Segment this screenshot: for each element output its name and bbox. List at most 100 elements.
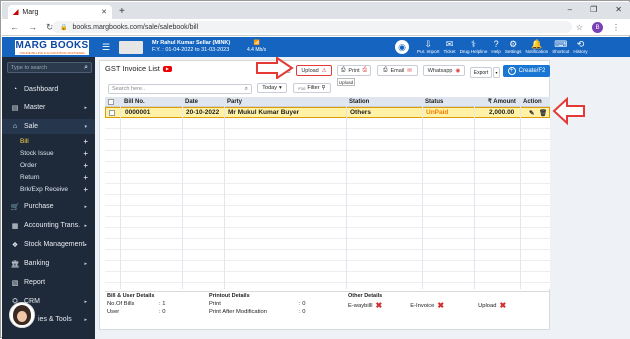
bill-search-input[interactable]: Search here.. ⌕: [108, 84, 252, 94]
close-window-icon[interactable]: ✕: [615, 5, 622, 14]
profile-avatar[interactable]: B: [592, 22, 603, 33]
upload-button[interactable]: Upload ⚠: [296, 65, 332, 76]
sidebar: Type to search ⌕ ◔ Dashboard ▤ Master ▸ ⌂ Sa…: [2, 57, 95, 339]
col-divider: [346, 97, 347, 289]
add-icon[interactable]: +: [83, 185, 88, 194]
table-header: Bill No. Date Party Station Status ₹ Amo…: [105, 97, 550, 107]
sidebar-item-label: Purchase: [24, 203, 54, 210]
tool-history[interactable]: ⟲ History: [571, 39, 589, 55]
url-field[interactable]: 🔒 books.margbooks.com/sale/salebook/bill: [52, 21, 572, 33]
support-avatar[interactable]: [9, 302, 35, 328]
bank-icon: 🏛: [10, 260, 20, 268]
restore-icon[interactable]: ❐: [590, 5, 597, 14]
search-icon: ⌕: [84, 64, 88, 71]
tool-ticket[interactable]: ✉ Ticket: [441, 39, 457, 55]
sidebar-subitem-order[interactable]: Order +: [2, 159, 95, 171]
menu-kebab-icon[interactable]: ⋮: [612, 23, 620, 32]
cell-date: 20-10-2022: [186, 109, 220, 116]
report-icon: ▧: [11, 279, 19, 287]
funnel-icon: ⚲: [321, 85, 326, 91]
print-button[interactable]: ⎙ Print ⎙: [337, 65, 371, 76]
company-info[interactable]: Mr Rahul Kumar Sellar (MINK) F.Y. : 01-0…: [152, 40, 230, 54]
tool-label: History: [573, 49, 588, 54]
date-filter-dropdown[interactable]: Today ▾: [257, 83, 287, 93]
sidebar-subitem-brk-exp[interactable]: Brk/Exp Receive +: [2, 183, 95, 195]
sidebar-item-stock[interactable]: ❖ Stock Management ▸: [2, 237, 95, 252]
cross-icon: ✖: [375, 301, 383, 310]
add-icon[interactable]: +: [83, 137, 88, 146]
marg-logo[interactable]: MARG BOOKS ONLINE BILLING & ACCOUNTING S…: [14, 39, 90, 56]
bill-search-placeholder: Search here..: [112, 86, 146, 92]
print-after-mod-label: Print After Modification: [209, 309, 267, 315]
col-date[interactable]: Date: [185, 97, 198, 106]
youtube-icon[interactable]: ▶: [162, 66, 172, 73]
create-button[interactable]: + Create/F2: [503, 65, 550, 77]
row-checkbox[interactable]: [109, 108, 115, 117]
star-icon[interactable]: ☆: [576, 23, 583, 32]
add-icon[interactable]: +: [83, 149, 88, 158]
forward-icon[interactable]: →: [28, 22, 37, 32]
minimize-icon[interactable]: –: [568, 5, 572, 14]
date-filter-label: Today: [262, 85, 277, 91]
col-action: Action: [523, 98, 542, 105]
chevron-down-icon: ▾: [84, 123, 87, 130]
globe-icon[interactable]: ◉: [395, 40, 409, 54]
sidebar-item-master[interactable]: ▤ Master ▸: [2, 100, 95, 115]
tool-help[interactable]: ? Help: [489, 39, 502, 55]
col-party[interactable]: Party: [227, 97, 242, 106]
chevron-right-icon: ▸: [84, 316, 87, 323]
export-dropdown-icon[interactable]: ▾: [493, 67, 500, 78]
browser-tab[interactable]: ◢ Marg ✕: [8, 5, 112, 19]
tool-pur-import[interactable]: ⇩ Pur. Import: [415, 39, 441, 55]
create-label: Create/F2: [518, 68, 546, 74]
edit-icon[interactable]: ✎: [529, 108, 534, 117]
col-bill-no[interactable]: Bill No.: [124, 97, 145, 106]
filter-button[interactable]: F10 Filter ⚲: [293, 83, 331, 93]
add-icon[interactable]: +: [83, 173, 88, 182]
lock-icon: 🔒: [60, 24, 68, 31]
export-button[interactable]: Export: [470, 67, 492, 78]
tool-settings[interactable]: ⚙ Settings: [503, 39, 524, 55]
sidebar-search-input[interactable]: Type to search ⌕: [7, 62, 92, 73]
sidebar-item-sale[interactable]: ⌂ Sale ▾: [2, 119, 95, 134]
sidebar-item-purchase[interactable]: 🛒 Purchase ▸: [2, 199, 95, 214]
url-text: books.margbooks.com/sale/salebook/bill: [72, 23, 199, 31]
close-tab-icon[interactable]: ✕: [101, 8, 107, 16]
col-amount[interactable]: ₹ Amount: [488, 97, 516, 106]
email-button[interactable]: ⎙ Email ✉: [377, 65, 418, 76]
tool-drug-helpline[interactable]: ⚕ Drug Helpline: [458, 39, 490, 55]
cell-status: UnPaid: [426, 109, 449, 116]
hamburger-menu-icon[interactable]: ☰: [102, 42, 110, 53]
sidebar-item-banking[interactable]: 🏛 Banking ▸: [2, 256, 95, 271]
ticket-icon: ✉: [445, 39, 454, 49]
tool-notification[interactable]: 🔔 Notification: [523, 39, 550, 55]
sidebar-item-accounting[interactable]: ▦ Accounting Trans. ▸: [2, 218, 95, 233]
whatsapp-icon: ◉: [455, 67, 461, 74]
einvoice-label: E-Invoice: [410, 303, 435, 309]
bill-user-details: Bill & User Details No.Of Bills: 1 User:…: [107, 292, 165, 316]
sidebar-subitem-stock-issue[interactable]: Stock Issue +: [2, 147, 95, 159]
back-icon[interactable]: ←: [10, 22, 19, 32]
col-divider: [182, 97, 183, 289]
chevron-right-icon: ▸: [84, 222, 87, 229]
add-icon[interactable]: +: [83, 161, 88, 170]
delete-icon[interactable]: 🗑: [539, 108, 547, 117]
new-tab-icon[interactable]: +: [119, 6, 125, 17]
tool-shortcut[interactable]: ⌨ Shortcut: [550, 39, 571, 55]
company-name: Mr Rahul Kumar Sellar (MINK): [152, 40, 231, 46]
sidebar-item-dashboard[interactable]: ◔ Dashboard: [2, 82, 95, 97]
table-row[interactable]: 0000001 20-10-2022 Mr Mukul Kumar Buyer …: [105, 107, 550, 118]
user-label: User: [107, 309, 120, 315]
sidebar-subitem-return[interactable]: Return +: [2, 171, 95, 183]
sidebar-item-report[interactable]: ▧ Report: [2, 275, 95, 290]
network-speed: 📶 4.4 Mb/s: [247, 40, 266, 54]
col-station[interactable]: Station: [349, 97, 369, 106]
select-all-checkbox[interactable]: [108, 97, 114, 106]
col-status[interactable]: Status: [425, 97, 443, 106]
sidebar-subitem-bill[interactable]: Bill +: [2, 135, 95, 147]
whatsapp-button[interactable]: Whatsapp ◉: [423, 65, 465, 76]
tab-bar: ◢ Marg ✕ + – ❐ ✕: [2, 2, 630, 19]
accounting-icon: ▦: [11, 222, 19, 230]
cart-icon: 🛒: [10, 203, 20, 211]
support-face: [13, 305, 31, 325]
